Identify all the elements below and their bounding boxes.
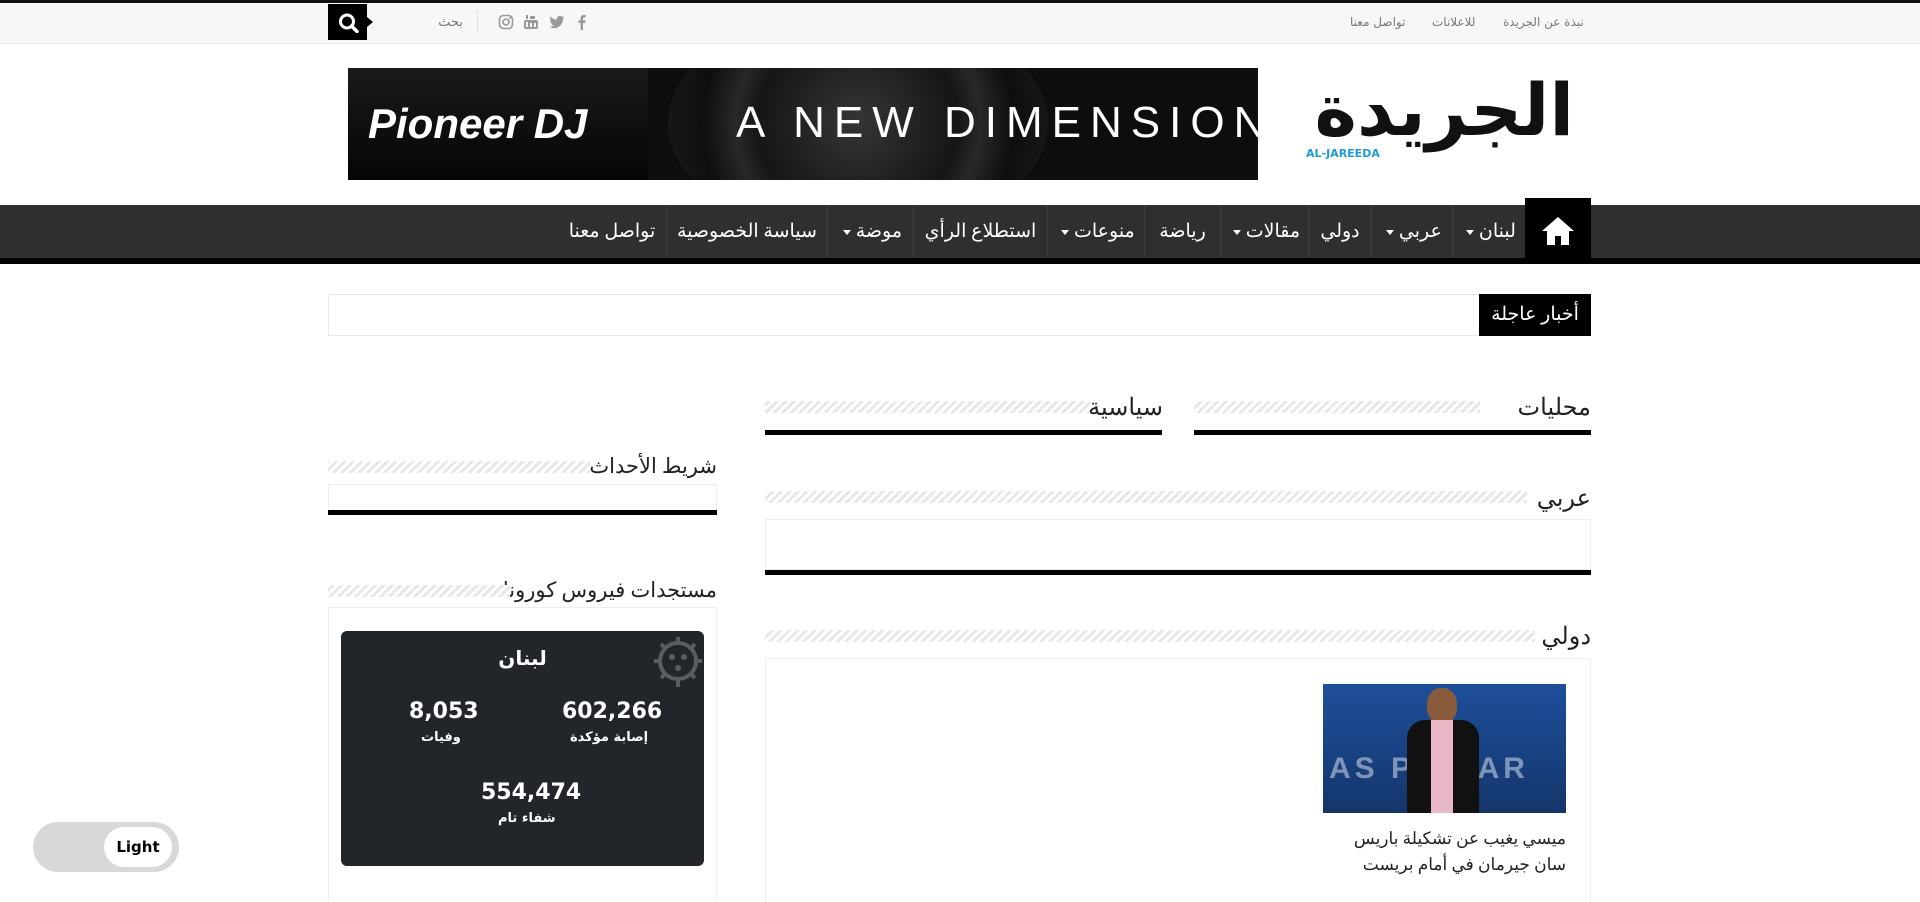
home-button[interactable] bbox=[1525, 198, 1591, 264]
covid-deaths-label: وفيات bbox=[421, 730, 461, 745]
section-title-local[interactable]: محليات bbox=[1518, 393, 1591, 422]
covid-recovered-count: 554,474 bbox=[481, 780, 582, 805]
breaking-news-ticker bbox=[328, 294, 1591, 336]
nav-item-fashion[interactable]: موضة bbox=[827, 205, 913, 258]
facebook-icon[interactable] bbox=[574, 14, 590, 30]
nav-item-sports[interactable]: رياضة bbox=[1144, 205, 1220, 258]
news-image[interactable]: AS PSG AR bbox=[1323, 684, 1566, 813]
theme-toggle-label[interactable]: Light bbox=[104, 827, 172, 867]
search-button[interactable] bbox=[328, 4, 373, 40]
social-divider bbox=[477, 10, 478, 34]
nav-item-lebanon[interactable]: لبنان bbox=[1452, 205, 1525, 258]
banner-brand: Pioneer DJ bbox=[368, 100, 588, 147]
section-title-international[interactable]: دولي bbox=[1541, 622, 1591, 651]
news-image-player-shirt-stripe bbox=[1431, 720, 1453, 813]
logo-subtext: AL-JAREEDA bbox=[1306, 147, 1380, 160]
chevron-down-icon bbox=[1061, 230, 1070, 236]
events-ticker-box bbox=[328, 484, 717, 512]
news-image-player-head bbox=[1427, 688, 1457, 724]
about-link[interactable]: نبذة عن الجريدة bbox=[1503, 15, 1584, 29]
covid-confirmed-count: 602,266 bbox=[562, 699, 663, 724]
arab-section-box bbox=[765, 519, 1591, 570]
section-stripe bbox=[765, 401, 1090, 413]
instagram-icon[interactable] bbox=[498, 14, 514, 30]
covid-country: لبنان bbox=[498, 646, 547, 670]
section-title-corona: مستجدات فيروس كورونا bbox=[502, 578, 717, 602]
covid-recovered-label: شفاء تام bbox=[498, 811, 556, 826]
section-title-politics[interactable]: سياسية bbox=[1088, 393, 1163, 422]
section-stripe bbox=[765, 491, 1527, 503]
section-title-events-ticker: شريط الأحداث bbox=[589, 454, 717, 478]
chevron-down-icon bbox=[842, 230, 851, 236]
nav-item-arab[interactable]: عربي bbox=[1371, 205, 1452, 258]
nav-item-international[interactable]: دولي bbox=[1308, 205, 1371, 258]
section-title-arab[interactable]: عربي bbox=[1537, 484, 1591, 513]
twitter-icon[interactable] bbox=[549, 14, 565, 30]
section-underline bbox=[1194, 430, 1591, 435]
ad-banner[interactable]: Pioneer DJ A NEW DIMENSION bbox=[348, 68, 1258, 180]
ads-link[interactable]: للاعلانات bbox=[1432, 15, 1475, 29]
news-headline[interactable]: ميسي يغيب عن تشكيلة باريس سان جيرمان في … bbox=[1320, 826, 1566, 878]
search-input[interactable] bbox=[367, 8, 467, 36]
covid-stats-card: لبنان 602,266 إصابة مؤكدة 8,053 وفيات 55… bbox=[341, 631, 704, 866]
logo-text: الجريدة bbox=[1314, 68, 1576, 152]
site-logo[interactable]: الجريدة AL-JAREEDA bbox=[1288, 70, 1576, 162]
nav-item-articles[interactable]: مقالات bbox=[1220, 205, 1308, 258]
search-icon bbox=[339, 13, 359, 33]
chevron-down-icon bbox=[1386, 230, 1395, 236]
top-bar bbox=[0, 3, 1920, 44]
section-stripe bbox=[765, 630, 1535, 642]
banner-tagline: A NEW DIMENSION bbox=[736, 98, 1258, 147]
section-underline bbox=[765, 570, 1591, 575]
breaking-news-label: أخبار عاجلة bbox=[1479, 294, 1591, 336]
chevron-down-icon bbox=[1232, 230, 1241, 236]
chevron-down-icon bbox=[1466, 230, 1475, 236]
section-stripe bbox=[1194, 401, 1480, 413]
section-underline bbox=[765, 430, 1162, 435]
covid-deaths-count: 8,053 bbox=[409, 699, 479, 724]
section-stripe bbox=[328, 461, 590, 473]
nav-item-privacy[interactable]: سياسة الخصوصية bbox=[666, 205, 827, 258]
section-underline bbox=[328, 510, 717, 515]
nav-item-variety[interactable]: منوعات bbox=[1047, 205, 1144, 258]
home-icon bbox=[1542, 217, 1574, 245]
nav-item-poll[interactable]: استطلاع الرأي bbox=[913, 205, 1047, 258]
section-stripe bbox=[328, 585, 510, 597]
contact-link[interactable]: تواصل معنا bbox=[1350, 15, 1405, 29]
nav-item-contact[interactable]: تواصل معنا bbox=[558, 205, 666, 258]
covid-confirmed-label: إصابة مؤكدة bbox=[570, 730, 649, 745]
youtube-icon[interactable] bbox=[523, 14, 539, 30]
